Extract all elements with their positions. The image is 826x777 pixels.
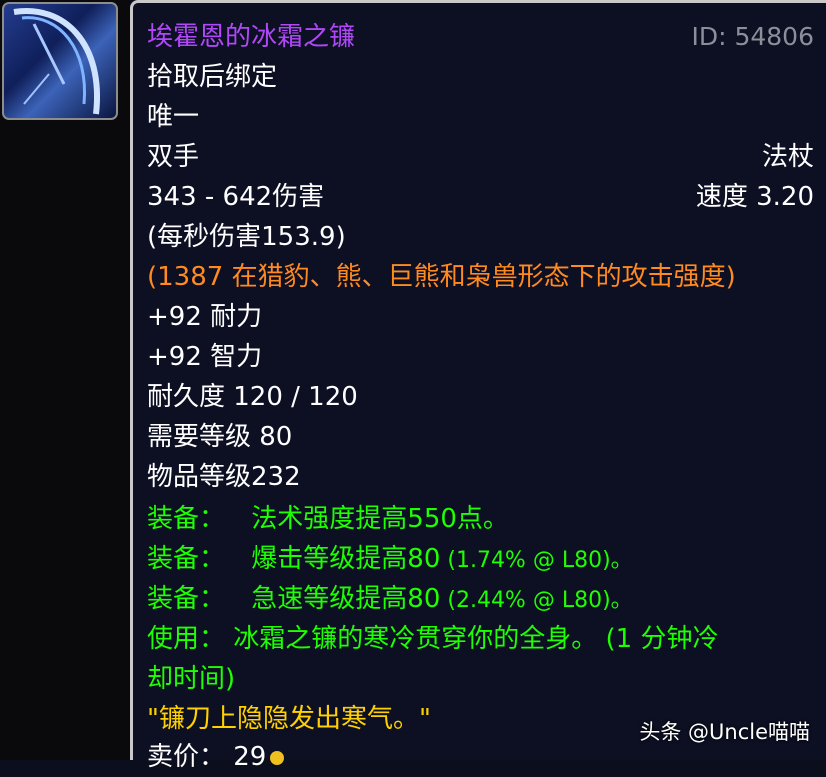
required-level: 需要等级 80 [147,422,293,452]
effect-prefix: 装备： [147,504,226,534]
item-name-row: 埃霍恩的冰霜之镰 ID: 54806 [147,17,814,57]
equip-effect: 装备： 爆击等级提高80 (1.74% @ L80)。 [147,539,814,579]
effect-prefix: 装备： [147,544,226,574]
item-tooltip: 埃霍恩的冰霜之镰 ID: 54806 拾取后绑定 唯一 双手 法杖 343 - … [130,0,826,772]
icon-column [0,0,130,760]
unique-label: 唯一 [147,102,200,132]
effect-text: 爆击等级提高80 [251,544,441,574]
slot-row: 双手 法杖 [147,137,814,177]
weapon-speed: 速度 3.20 [695,182,814,212]
damage-range: 343 - 642伤害 [147,182,325,212]
feral-ap-line: (1387 在猎豹、熊、巨熊和枭兽形态下的攻击强度) [147,262,736,292]
scythe-icon [13,8,100,115]
equip-effect: 装备： 法术强度提高550点。 [147,499,814,539]
item-name: 埃霍恩的冰霜之镰 [147,22,356,52]
item-level: 物品等级232 [147,462,301,492]
scythe-item-icon[interactable] [2,2,118,120]
effect-prefix: 装备： [147,584,226,614]
watermark: 头条 @Uncle喵喵 [639,720,810,744]
effect-extra: (2.44% @ L80)。 [440,588,633,613]
dps-line: (每秒伤害153.9) [147,222,346,252]
item-id: ID: 54806 [691,22,814,51]
effect-extra: (1.74% @ L80)。 [440,548,633,573]
bind-type: 拾取后绑定 [147,62,278,92]
intellect-stat: +92 智力 [147,342,263,372]
use-effect-line1: 使用： 冰霜之镰的寒冷贯穿你的全身。 (1 分钟冷 [147,624,719,654]
item-slot: 双手 [147,142,200,172]
durability-line: 耐久度 120 / 120 [147,382,358,412]
equip-effect: 装备： 急速等级提高80 (2.44% @ L80)。 [147,579,814,619]
gold-coin-icon [270,750,285,765]
sell-price: 卖价： 29 [147,742,267,772]
damage-row: 343 - 642伤害 速度 3.20 [147,177,814,217]
stamina-stat: +92 耐力 [147,302,263,332]
item-type: 法杖 [761,142,814,172]
effect-text: 急速等级提高80 [251,584,441,614]
effect-text: 法术强度提高550点。 [251,504,509,534]
use-effect-line2: 却时间) [147,664,236,694]
